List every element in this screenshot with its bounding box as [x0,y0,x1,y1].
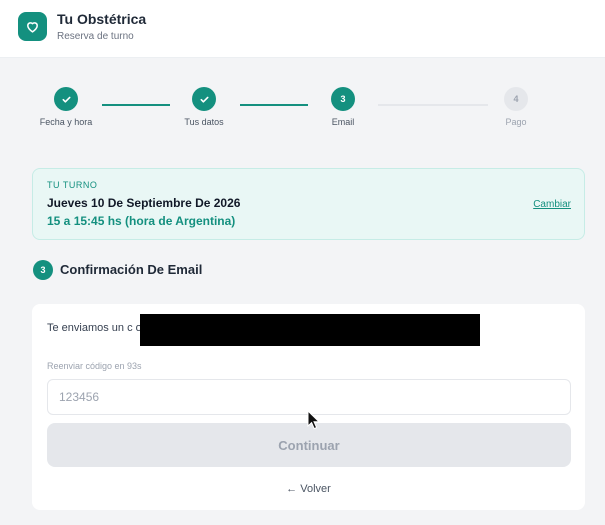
step-4-circle: 4 [504,87,528,111]
redaction-block [140,314,480,346]
app-subtitle: Reserva de turno [57,31,134,42]
step-1-circle [54,87,78,111]
turno-tag: TU TURNO [47,180,98,190]
turno-summary-card: TU TURNO Jueves 10 De Septiembre De 2026… [32,168,585,240]
turno-date: Jueves 10 De Septiembre De 2026 [47,196,241,210]
heart-icon [27,22,38,33]
progress-stepper: Fecha y hora Tus datos 3 Email 4 Pago [0,80,605,140]
step-connector-2 [240,104,308,106]
app-header: Tu Obstétrica Reserva de turno [0,0,605,58]
step-connector-3 [378,104,488,106]
step-1-label: Fecha y hora [39,117,93,127]
check-icon [61,96,71,103]
change-turno-link[interactable]: Cambiar [533,199,571,210]
email-confirmation-card: Te enviamos un c o la carpeta de spam, y… [32,304,585,510]
app-title: Tu Obstétrica [57,11,147,27]
check-icon [199,96,209,103]
step-2-circle [192,87,216,111]
resend-code-timer: Reenviar código en 93s [47,361,142,371]
section-title: Confirmación De Email [60,262,203,277]
step-connector-1 [102,104,170,106]
step-3-label: Email [331,117,355,127]
section-number-badge: 3 [33,260,53,280]
step-4-label: Pago [505,117,527,127]
back-link[interactable]: ← Volver [32,483,585,495]
step-2-label: Tus datos [184,117,224,127]
turno-time: 15 a 15:45 hs (hora de Argentina) [47,214,236,228]
step-3-circle: 3 [331,87,355,111]
mouse-cursor-icon [307,410,321,430]
logo [18,12,47,41]
